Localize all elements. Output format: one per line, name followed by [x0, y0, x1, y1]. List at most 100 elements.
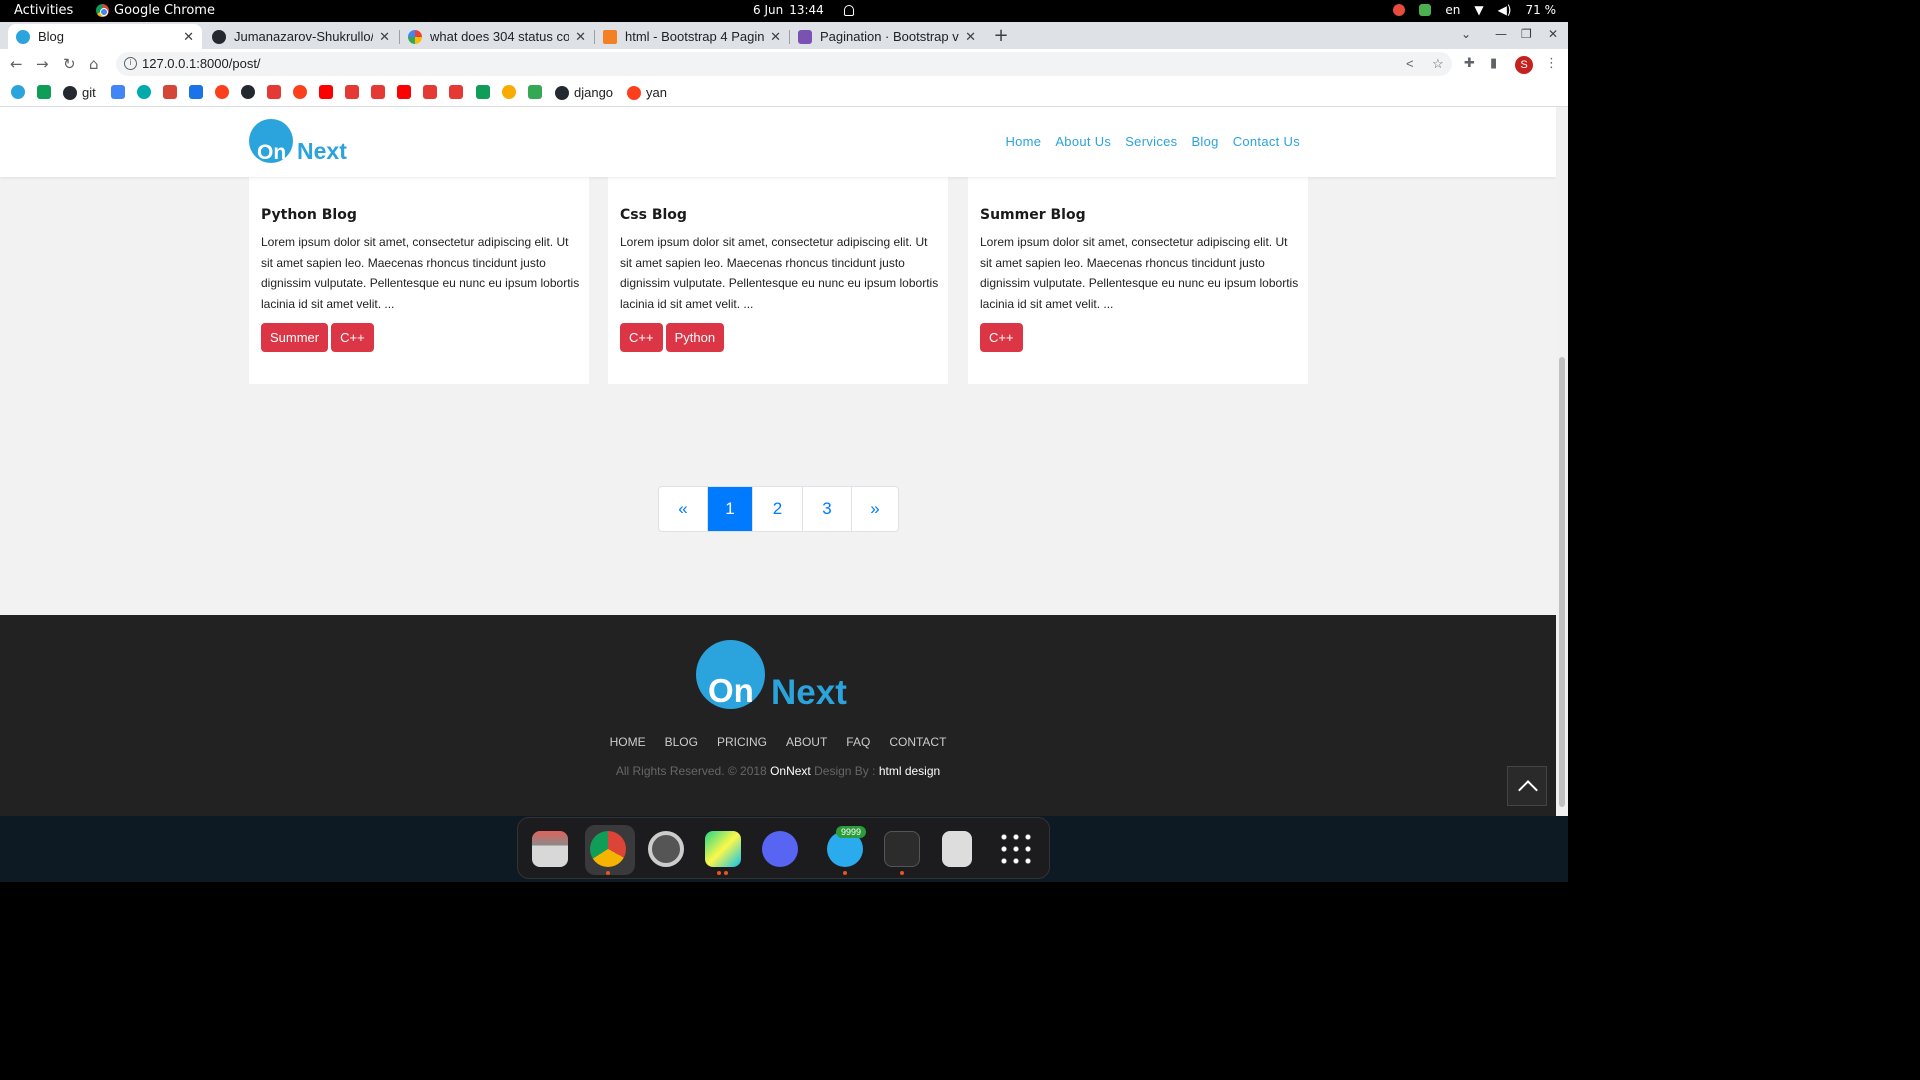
tag-button[interactable]: Python [665, 323, 725, 352]
new-tab-button[interactable]: + [990, 26, 1012, 48]
bookmark-item[interactable] [189, 85, 203, 99]
page-next[interactable]: » [851, 487, 898, 531]
close-tab-icon[interactable]: ✕ [379, 29, 390, 45]
bookmark-item[interactable] [319, 85, 333, 99]
bookmark-item[interactable] [293, 85, 307, 99]
chrome-menu-icon[interactable]: ⋮ [1545, 56, 1558, 71]
close-tab-icon[interactable]: ✕ [575, 29, 586, 45]
terminal-icon[interactable] [884, 831, 920, 867]
page-1[interactable]: 1 [707, 487, 752, 531]
footer-link-contact[interactable]: CONTACT [889, 735, 946, 749]
back-icon[interactable]: ← [10, 55, 23, 73]
pycharm-icon[interactable] [705, 831, 741, 867]
bookmark-git[interactable]: git [63, 85, 96, 100]
nav-contact-us[interactable]: Contact Us [1233, 134, 1300, 149]
files-icon[interactable] [532, 831, 568, 867]
blog-card[interactable]: Css Blog Lorem ipsum dolor sit amet, con… [608, 177, 948, 384]
bookmark-item[interactable] [267, 85, 281, 99]
footer-link-blog[interactable]: BLOG [665, 735, 698, 749]
bookmark-item[interactable] [241, 85, 255, 99]
trash-icon[interactable] [942, 831, 972, 867]
clock[interactable]: 6 Jun 13:44 [753, 3, 854, 17]
nav-home[interactable]: Home [1005, 134, 1041, 149]
designer-link[interactable]: html design [879, 764, 940, 778]
chrome-icon[interactable] [590, 831, 626, 867]
page-scrollbar[interactable] [1556, 107, 1568, 816]
bookmark-item[interactable] [502, 85, 516, 99]
restore-icon[interactable]: ❐ [1521, 27, 1532, 41]
bookmark-item[interactable] [137, 85, 151, 99]
close-tab-icon[interactable]: ✕ [965, 29, 976, 45]
side-panel-icon[interactable]: ▮ [1490, 56, 1497, 71]
bookmark-yan[interactable]: yan [627, 85, 667, 100]
share-icon[interactable]: < [1406, 52, 1414, 76]
copyright-brand[interactable]: OnNext [770, 764, 811, 778]
post-title[interactable]: Python Blog [261, 207, 357, 223]
app-menu[interactable]: Google Chrome [96, 3, 215, 18]
bookmark-item[interactable] [163, 85, 177, 99]
activities-button[interactable]: Activities [14, 3, 73, 18]
post-title[interactable]: Css Blog [620, 207, 687, 223]
chrome-remote-icon[interactable] [1393, 4, 1406, 16]
minimize-icon[interactable]: — [1495, 27, 1507, 41]
tag-button[interactable]: Summer [261, 323, 329, 352]
page-3[interactable]: 3 [802, 487, 851, 531]
google-icon [408, 29, 422, 44]
scrollbar-thumb[interactable] [1559, 357, 1565, 807]
post-title[interactable]: Summer Blog [980, 207, 1086, 223]
bookmark-item[interactable] [449, 85, 463, 99]
wifi-icon: ▼ [1474, 3, 1484, 17]
tab-blog[interactable]: Blog ✕ [8, 24, 202, 49]
language-indicator[interactable]: en [1445, 3, 1460, 17]
bookmark-item[interactable] [215, 85, 229, 99]
bookmark-item[interactable] [345, 85, 359, 99]
bookmark-item[interactable] [423, 85, 437, 99]
tag-button[interactable]: C++ [980, 323, 1023, 352]
blog-card[interactable]: Summer Blog Lorem ipsum dolor sit amet, … [968, 177, 1308, 384]
extensions-icon[interactable]: ✚ [1464, 56, 1475, 71]
bookmark-item[interactable] [11, 85, 25, 99]
tag-button[interactable]: C++ [620, 323, 663, 352]
discord-icon[interactable] [762, 831, 798, 867]
system-tray[interactable]: en ▼ ◀) 71 % [1393, 3, 1556, 17]
bookmark-star-icon[interactable]: ☆ [1432, 52, 1444, 76]
bookmark-item[interactable] [476, 85, 490, 99]
tag-button[interactable]: C++ [331, 323, 374, 352]
bookmark-item[interactable] [528, 85, 542, 99]
forward-icon[interactable]: → [36, 55, 49, 73]
bookmark-item[interactable] [111, 85, 125, 99]
site-info-icon[interactable]: i [124, 57, 137, 70]
home-icon[interactable]: ⌂ [89, 55, 99, 73]
reload-icon[interactable]: ↻ [63, 55, 76, 73]
nav-about-us[interactable]: About Us [1055, 134, 1111, 149]
footer-link-faq[interactable]: FAQ [846, 735, 870, 749]
address-bar[interactable]: i 127.0.0.1:8000/post/ < ☆ [116, 52, 1452, 76]
footer-link-pricing[interactable]: PRICING [717, 735, 767, 749]
nav-blog[interactable]: Blog [1191, 134, 1218, 149]
tab-google-search[interactable]: what does 304 status cod ✕ [400, 24, 594, 49]
footer-logo[interactable]: On Next [696, 640, 847, 712]
back-to-top-button[interactable] [1507, 766, 1547, 806]
site-logo[interactable]: On Next [249, 119, 347, 164]
bookmark-item[interactable] [397, 85, 411, 99]
close-tab-icon[interactable]: ✕ [183, 29, 194, 45]
settings-icon[interactable] [648, 831, 684, 867]
bookmark-django[interactable]: django [555, 85, 613, 100]
app-grid-icon[interactable] [998, 831, 1034, 867]
bookmark-item[interactable] [371, 85, 385, 99]
page-2[interactable]: 2 [752, 487, 802, 531]
profile-avatar[interactable]: S [1515, 56, 1533, 74]
nav-services[interactable]: Services [1125, 134, 1177, 149]
tab-bootstrap[interactable]: Pagination · Bootstrap v5 ✕ [790, 24, 984, 49]
footer-link-about[interactable]: ABOUT [786, 735, 827, 749]
close-tab-icon[interactable]: ✕ [770, 29, 781, 45]
blog-card[interactable]: Python Blog Lorem ipsum dolor sit amet, … [249, 177, 589, 384]
tab-search-icon[interactable]: ⌄ [1461, 27, 1471, 41]
tab-github[interactable]: Jumanazarov-Shukrullo/j ✕ [204, 24, 398, 49]
page-prev[interactable]: « [659, 487, 707, 531]
shield-icon[interactable] [1419, 4, 1432, 16]
footer-link-home[interactable]: HOME [610, 735, 646, 749]
close-window-icon[interactable]: ✕ [1548, 27, 1558, 41]
tab-stackoverflow[interactable]: html - Bootstrap 4 Pagina ✕ [595, 24, 789, 49]
bookmark-item[interactable] [37, 85, 51, 99]
